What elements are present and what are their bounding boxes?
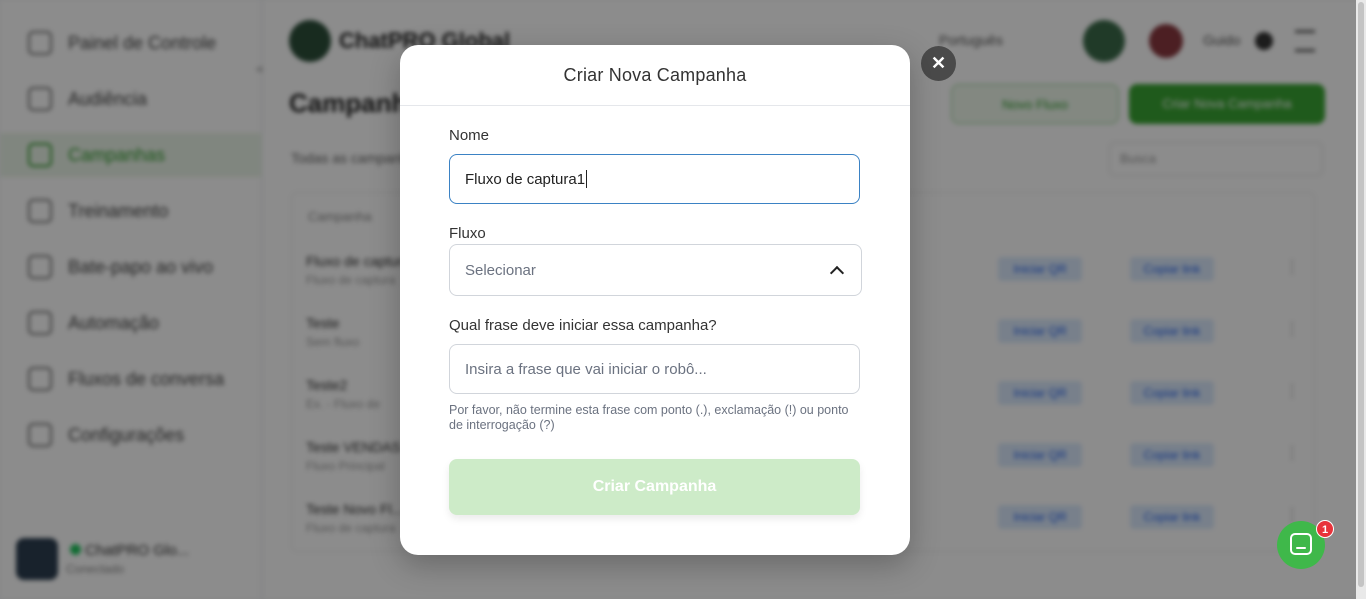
modal-header: Criar Nova Campanha bbox=[400, 45, 910, 106]
phrase-label: Qual frase deve iniciar essa campanha? bbox=[449, 317, 717, 334]
chat-bubble-icon bbox=[1290, 533, 1312, 555]
notification-badge: 1 bbox=[1316, 520, 1334, 538]
flow-select[interactable]: Selecionar bbox=[449, 244, 862, 296]
phrase-helper-text: Por favor, não termine esta frase com po… bbox=[449, 403, 849, 432]
close-modal-button[interactable]: ✕ bbox=[921, 46, 956, 81]
phrase-input-placeholder: Insira a frase que vai iniciar o robô... bbox=[465, 360, 707, 378]
name-input-value: Fluxo de captura1 bbox=[465, 170, 586, 188]
chevron-up-icon bbox=[829, 265, 845, 281]
text-caret bbox=[586, 170, 588, 188]
name-label: Nome bbox=[449, 127, 490, 144]
create-campaign-submit-button[interactable]: Criar Campanha bbox=[449, 459, 860, 515]
modal-title: Criar Nova Campanha bbox=[563, 64, 747, 85]
name-input[interactable]: Fluxo de captura1 bbox=[449, 154, 860, 204]
close-icon: ✕ bbox=[930, 53, 947, 73]
scrollbar-thumb[interactable] bbox=[1358, 2, 1364, 587]
flow-select-placeholder: Selecionar bbox=[465, 261, 536, 279]
create-campaign-modal: Criar Nova Campanha Nome Fluxo de captur… bbox=[400, 45, 910, 555]
phrase-input[interactable]: Insira a frase que vai iniciar o robô... bbox=[449, 344, 860, 394]
flow-label: Fluxo bbox=[449, 225, 486, 242]
